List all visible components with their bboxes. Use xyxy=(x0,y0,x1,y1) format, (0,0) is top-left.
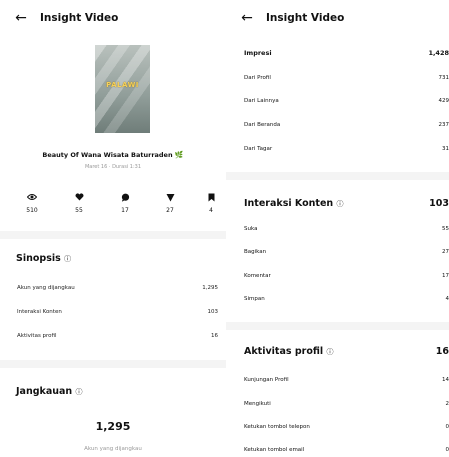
impresi-row-value: 429 xyxy=(438,98,449,104)
aktivitas-row-label: Mengikuti xyxy=(244,401,271,407)
video-title: Beauty Of Wana Wisata Baturraden 🌿 xyxy=(42,151,184,159)
video-meta: Maret 16 · Durasi 1:31 xyxy=(84,164,142,170)
info-icon[interactable]: ⓘ xyxy=(76,388,83,396)
section-divider xyxy=(0,231,226,239)
stat-shares: 27 xyxy=(155,193,185,214)
interaksi-row-label: Komentar xyxy=(244,273,271,279)
jangkauan-value: 1,295 xyxy=(95,420,131,433)
info-icon[interactable]: ⓘ xyxy=(326,348,333,356)
interaksi-row-value: 55 xyxy=(442,226,449,232)
stat-saves: 4 xyxy=(196,193,226,214)
info-icon[interactable]: ⓘ xyxy=(336,200,343,208)
video-stats: 510 55 17 27 4 xyxy=(10,193,220,223)
impresi-row-label: Dari Profil xyxy=(244,75,271,81)
aktivitas-row-label: Ketukan tombol email xyxy=(244,447,305,453)
left-header: ← Insight Video xyxy=(0,0,226,36)
impresi-row-value: 731 xyxy=(438,75,449,81)
impresi-row-label: Dari Lainnya xyxy=(244,98,279,104)
thumbnail-text: PALAWI xyxy=(106,81,139,89)
impresi-row-label: Dari Tagar xyxy=(244,146,273,152)
interaksi-row-value: 27 xyxy=(442,249,449,255)
leaf-icon: 🌿 xyxy=(174,151,184,159)
section-divider xyxy=(226,322,449,330)
page-title: Insight Video xyxy=(266,12,345,24)
aktivitas-row-value: 14 xyxy=(442,377,449,383)
bookmark-icon xyxy=(196,193,226,205)
back-arrow-icon[interactable]: ← xyxy=(8,11,34,25)
impresi-row-label: Dari Beranda xyxy=(244,122,281,128)
stat-comments: 17 xyxy=(110,193,140,214)
stat-views: 510 xyxy=(17,193,47,214)
heart-icon xyxy=(64,193,94,205)
stat-likes: 55 xyxy=(64,193,94,214)
sinopsis-title: Sinopsis ⓘ xyxy=(16,253,72,264)
interaksi-row-value: 17 xyxy=(442,273,449,279)
share-icon xyxy=(155,193,185,205)
aktivitas-row-label: Ketukan tombol telepon xyxy=(244,424,310,430)
aktivitas-value: 16 xyxy=(435,346,449,357)
right-panel: ← Insight Video Impresi 1,428 Dari Profi… xyxy=(226,0,449,457)
left-panel: ← Insight Video PALAWI Beauty Of Wana Wi… xyxy=(0,0,227,457)
impresi-label: Impresi xyxy=(244,49,272,57)
video-thumbnail[interactable]: PALAWI xyxy=(95,45,150,133)
interaksi-row-label: Bagikan xyxy=(244,249,267,255)
aktivitas-row-value: 2 xyxy=(445,401,449,407)
right-header: ← Insight Video xyxy=(226,0,449,36)
interaksi-row-value: 4 xyxy=(445,296,449,302)
jangkauan-title: Jangkauan ⓘ xyxy=(16,386,83,397)
impresi-value: 1,428 xyxy=(428,49,449,57)
aktivitas-row-value: 0 xyxy=(445,424,449,430)
interaksi-title: Interaksi Konten ⓘ xyxy=(244,198,344,209)
aktivitas-row-value: 0 xyxy=(445,447,449,453)
sinopsis-row[interactable]: Akun yang dijangkau 1,295 xyxy=(17,285,218,291)
impresi-row-value: 31 xyxy=(442,146,449,152)
section-divider xyxy=(0,360,226,368)
sinopsis-row[interactable]: Aktivitas profil 16 xyxy=(17,333,218,339)
back-arrow-icon[interactable]: ← xyxy=(234,11,260,25)
aktivitas-title: Aktivitas profil ⓘ xyxy=(244,346,334,357)
comment-icon xyxy=(110,193,140,205)
page-title: Insight Video xyxy=(40,12,119,24)
sinopsis-row[interactable]: Interaksi Konten 103 xyxy=(17,309,218,315)
interaksi-row-label: Simpan xyxy=(244,296,265,302)
aktivitas-row-label: Kunjungan Profil xyxy=(244,377,289,383)
eye-icon xyxy=(17,193,47,205)
interaksi-value: 103 xyxy=(429,198,449,209)
section-divider xyxy=(226,172,449,180)
jangkauan-caption: Akun yang dijangkau xyxy=(84,446,142,452)
interaksi-row-label: Suka xyxy=(244,226,258,232)
impresi-row-value: 237 xyxy=(438,122,449,128)
info-icon[interactable]: ⓘ xyxy=(64,255,71,263)
